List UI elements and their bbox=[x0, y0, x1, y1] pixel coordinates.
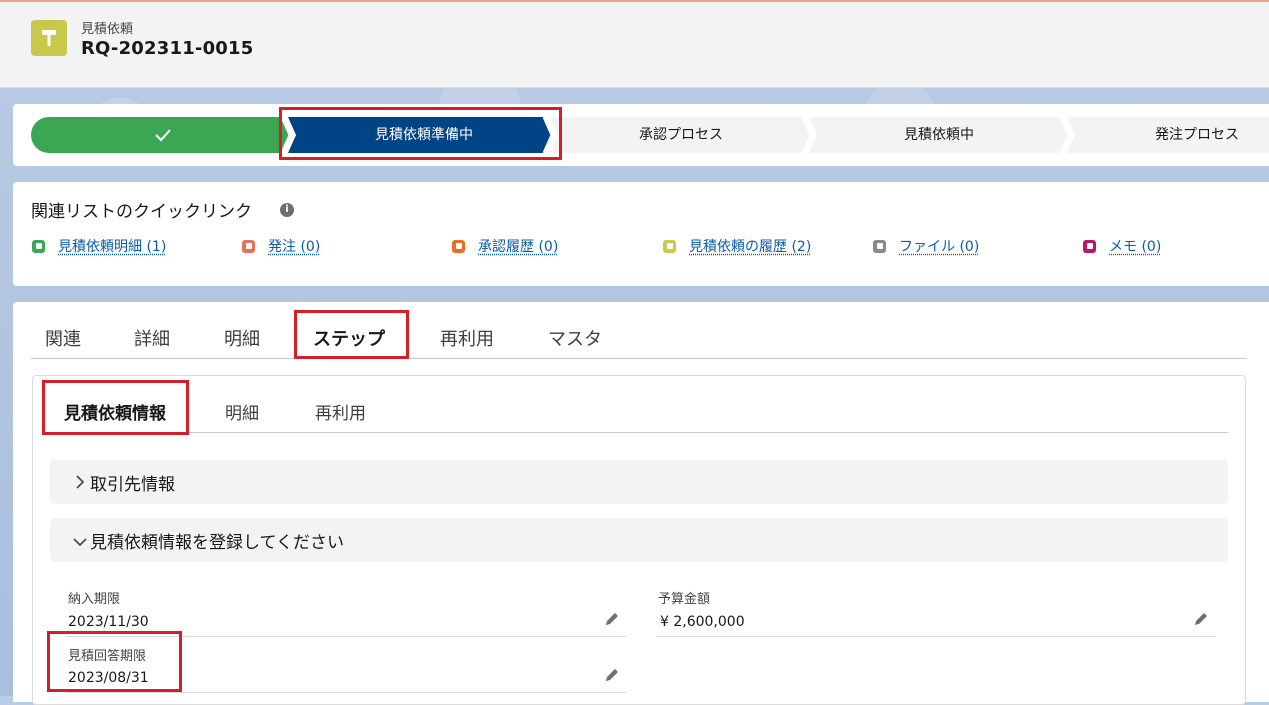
quick-link-label[interactable]: ファイル (0) bbox=[899, 236, 979, 256]
edit-pencil-icon[interactable] bbox=[604, 667, 620, 683]
info-icon[interactable]: i bbox=[280, 203, 294, 217]
file-icon bbox=[873, 239, 886, 253]
field-value-delivery-deadline: 2023/11/30 bbox=[68, 614, 149, 630]
tab-reuse[interactable]: 再利用 bbox=[440, 325, 494, 351]
approval-icon bbox=[452, 239, 465, 253]
pencil-icon bbox=[242, 239, 255, 253]
tab-divider bbox=[31, 358, 1247, 359]
tab-steps[interactable]: ステップ bbox=[313, 325, 385, 351]
quick-link-estimate-history[interactable]: 見積依頼の履歴 (2) bbox=[663, 236, 811, 256]
list-icon bbox=[32, 239, 45, 253]
path-step-approval-label: 承認プロセス bbox=[639, 127, 723, 143]
subtab-divider bbox=[48, 432, 1228, 433]
edit-pencil-icon[interactable] bbox=[1193, 611, 1209, 627]
field-divider bbox=[656, 636, 1216, 637]
subtab-lines[interactable]: 明細 bbox=[225, 399, 259, 424]
section-estimate-info[interactable]: 見積依頼情報を登録してください bbox=[50, 518, 1228, 562]
path-step-complete[interactable] bbox=[31, 117, 290, 153]
field-label-quote-deadline: 見積回答期限 bbox=[68, 649, 147, 664]
field-label-delivery-deadline: 納入期限 bbox=[68, 592, 121, 607]
quick-link-label[interactable]: 見積依頼の履歴 (2) bbox=[689, 236, 811, 256]
tab-lines[interactable]: 明細 bbox=[224, 325, 260, 351]
field-value-quote-deadline: 2023/08/31 bbox=[68, 670, 149, 686]
section-label: 取引先情報 bbox=[90, 475, 175, 495]
section-label: 見積依頼情報を登録してください bbox=[90, 533, 344, 553]
subtab-estimate-info[interactable]: 見積依頼情報 bbox=[64, 399, 166, 424]
quick-link-estimate-lines[interactable]: 見積依頼明細 (1) bbox=[32, 236, 166, 256]
subtab-reuse[interactable]: 再利用 bbox=[315, 399, 366, 424]
tab-related[interactable]: 関連 bbox=[45, 325, 81, 351]
quick-link-files[interactable]: ファイル (0) bbox=[873, 236, 979, 256]
field-label-budget: 予算金額 bbox=[658, 592, 711, 607]
note-icon bbox=[1083, 239, 1096, 253]
quick-link-label[interactable]: 承認履歴 (0) bbox=[478, 236, 558, 256]
path-step-quoting-label: 見積依頼中 bbox=[904, 127, 974, 143]
path-step-ordering-label: 発注プロセス bbox=[1155, 127, 1239, 143]
quick-link-label[interactable]: メモ (0) bbox=[1109, 236, 1161, 256]
section-account-info[interactable]: 取引先情報 bbox=[50, 460, 1228, 504]
quick-link-label[interactable]: 発注 (0) bbox=[268, 236, 320, 256]
quick-link-label[interactable]: 見積依頼明細 (1) bbox=[58, 236, 166, 256]
quick-link-orders[interactable]: 発注 (0) bbox=[242, 236, 320, 256]
tab-details[interactable]: 詳細 bbox=[134, 325, 170, 351]
chevron-down-icon bbox=[73, 538, 87, 547]
quick-links-title: 関連リストのクイックリンク bbox=[31, 202, 252, 222]
hammer-icon bbox=[663, 239, 676, 253]
chevron-right-icon bbox=[76, 475, 85, 489]
field-value-budget: ¥ 2,600,000 bbox=[660, 614, 745, 630]
field-divider bbox=[66, 636, 626, 637]
tab-master[interactable]: マスタ bbox=[548, 325, 602, 351]
field-divider bbox=[66, 692, 626, 693]
path-step-current-label: 見積依頼準備中 bbox=[375, 127, 473, 143]
quick-link-approval-history[interactable]: 承認履歴 (0) bbox=[452, 236, 558, 256]
edit-pencil-icon[interactable] bbox=[604, 611, 620, 627]
quick-link-notes[interactable]: メモ (0) bbox=[1083, 236, 1161, 256]
